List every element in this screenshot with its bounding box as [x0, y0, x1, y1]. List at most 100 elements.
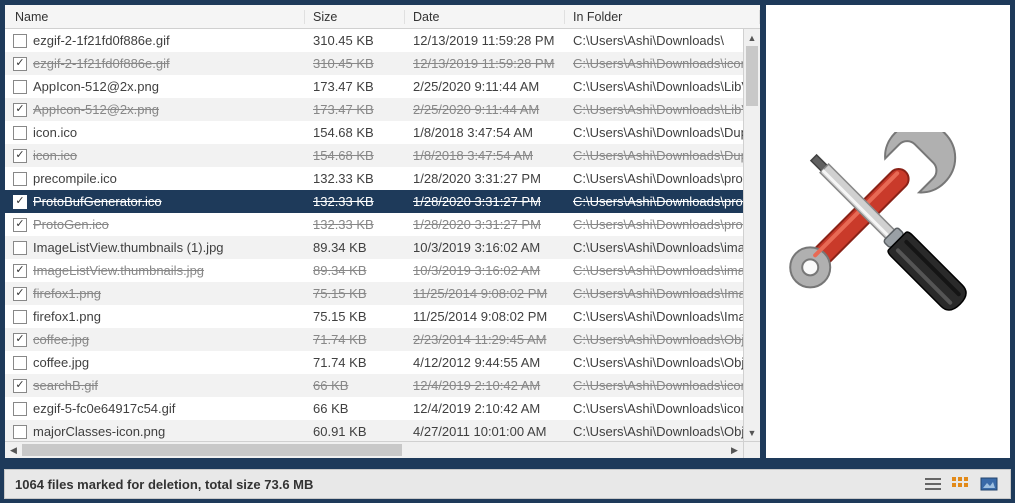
- row-checkbox[interactable]: [13, 333, 27, 347]
- column-header-row: Name Size Date In Folder: [5, 5, 760, 29]
- file-size: 66 KB: [313, 378, 348, 393]
- file-size: 310.45 KB: [313, 33, 374, 48]
- file-name: coffee.jpg: [33, 355, 89, 370]
- status-bar: 1064 files marked for deletion, total si…: [4, 469, 1011, 499]
- file-name: ProtoBufGenerator.ico: [33, 194, 162, 209]
- file-size: 310.45 KB: [313, 56, 374, 71]
- column-header-name[interactable]: Name: [5, 10, 305, 24]
- table-row[interactable]: precompile.ico132.33 KB1/28/2020 3:31:27…: [5, 167, 743, 190]
- table-row[interactable]: ezgif-2-1f21fd0f886e.gif 310.45 KB 12/13/2…: [5, 52, 743, 75]
- scroll-right-icon[interactable]: ▶: [726, 442, 743, 458]
- row-checkbox[interactable]: [13, 310, 27, 324]
- column-header-date[interactable]: Date: [405, 10, 565, 24]
- view-large-icons-button[interactable]: [978, 475, 1000, 493]
- file-folder: C:\Users\Ashi\Downloads\Dupl: [573, 125, 743, 140]
- file-date: 12/4/2019 2:10:42 AM: [413, 401, 540, 416]
- file-size: 71.74 KB: [313, 355, 367, 370]
- file-date: 1/28/2020 3:31:27 PM: [413, 194, 541, 209]
- scroll-left-icon[interactable]: ◀: [5, 442, 22, 458]
- table-row[interactable]: icon.ico154.68 KB1/8/2018 3:47:54 AMC:\U…: [5, 121, 743, 144]
- row-checkbox[interactable]: [13, 218, 27, 232]
- row-checkbox[interactable]: [13, 425, 27, 439]
- scroll-up-icon[interactable]: ▲: [744, 29, 760, 46]
- row-checkbox[interactable]: [13, 379, 27, 393]
- view-small-icons-button[interactable]: [950, 475, 972, 493]
- row-checkbox[interactable]: [13, 402, 27, 416]
- table-row[interactable]: icon.ico154.68 KB1/8/2018 3:47:54 AMC:\U…: [5, 144, 743, 167]
- view-list-button[interactable]: [922, 475, 944, 493]
- file-date: 4/27/2011 10:01:00 AM: [413, 424, 546, 439]
- file-date: 2/25/2020 9:11:44 AM: [413, 79, 539, 94]
- row-checkbox[interactable]: [13, 241, 27, 255]
- file-name: ImageListView.thumbnails.jpg: [33, 263, 204, 278]
- table-row[interactable]: coffee.jpg71.74 KB2/23/2014 11:29:45 AMC…: [5, 328, 743, 351]
- preview-panel: [765, 4, 1011, 459]
- file-date: 12/13/2019 11:59:28 PM: [413, 56, 554, 71]
- file-size: 75.15 KB: [313, 309, 367, 324]
- file-folder: C:\Users\Ashi\Downloads\icons: [573, 378, 743, 393]
- file-size: 132.33 KB: [313, 217, 374, 232]
- horizontal-scrollbar[interactable]: ◀ ▶: [5, 441, 743, 458]
- row-checkbox[interactable]: [13, 149, 27, 163]
- file-date: 10/3/2019 3:16:02 AM: [413, 240, 540, 255]
- vertical-scroll-thumb[interactable]: [746, 46, 758, 106]
- table-row[interactable]: AppIcon-512@2x.png173.47 KB2/25/2020 9:1…: [5, 75, 743, 98]
- table-row[interactable]: ezgif-5-fc0e64917c54.gif66 KB12/4/2019 2…: [5, 397, 743, 420]
- file-folder: C:\Users\Ashi\Downloads\Dupl: [573, 148, 743, 163]
- file-folder: C:\Users\Ashi\Downloads\prot: [573, 171, 743, 186]
- row-checkbox[interactable]: [13, 57, 27, 71]
- file-date: 10/3/2019 3:16:02 AM: [413, 263, 540, 278]
- table-row[interactable]: ImageListView.thumbnails.jpg89.34 KB10/3…: [5, 259, 743, 282]
- file-size: 154.68 KB: [313, 125, 374, 140]
- file-folder: C:\Users\Ashi\Downloads\Imag: [573, 309, 743, 324]
- table-row[interactable]: coffee.jpg71.74 KB4/12/2012 9:44:55 AMC:…: [5, 351, 743, 374]
- file-name: coffee.jpg: [33, 332, 89, 347]
- table-row[interactable]: ProtoGen.ico132.33 KB1/28/2020 3:31:27 P…: [5, 213, 743, 236]
- file-name: ImageListView.thumbnails (1).jpg: [33, 240, 224, 255]
- file-folder: C:\Users\Ashi\Downloads\Obje: [573, 332, 743, 347]
- row-checkbox[interactable]: [13, 195, 27, 209]
- file-folder: C:\Users\Ashi\Downloads\imag: [573, 263, 743, 278]
- file-date: 4/12/2012 9:44:55 AM: [413, 355, 540, 370]
- file-date: 1/8/2018 3:47:54 AM: [413, 125, 533, 140]
- horizontal-scroll-thumb[interactable]: [22, 444, 402, 456]
- column-header-size[interactable]: Size: [305, 10, 405, 24]
- table-row[interactable]: firefox1.png 75.15 KB 11/25/2014 9:08:02 P…: [5, 305, 743, 328]
- table-row[interactable]: ProtoBufGenerator.ico132.33 KB1/28/2020 …: [5, 190, 743, 213]
- file-date: 1/28/2020 3:31:27 PM: [413, 171, 541, 186]
- file-folder: C:\Users\Ashi\Downloads\icons: [573, 401, 743, 416]
- file-date: 12/4/2019 2:10:42 AM: [413, 378, 540, 393]
- file-name: firefox1.png: [33, 309, 101, 324]
- small-icons-view-icon: [952, 477, 970, 491]
- table-row[interactable]: searchB.gif 66 KB 12/4/2019 2:10:42 AM C:\U…: [5, 374, 743, 397]
- file-size: 173.47 KB: [313, 79, 374, 94]
- row-checkbox[interactable]: [13, 172, 27, 186]
- file-folder: C:\Users\Ashi\Downloads\Obje: [573, 424, 743, 439]
- row-checkbox[interactable]: [13, 264, 27, 278]
- row-checkbox[interactable]: [13, 80, 27, 94]
- row-checkbox[interactable]: [13, 356, 27, 370]
- row-checkbox[interactable]: [13, 103, 27, 117]
- table-row[interactable]: ezgif-2-1f21fd0f886e.gif310.45 KB12/13/2…: [5, 29, 743, 52]
- table-row[interactable]: firefox1.png75.15 KB11/25/2014 9:08:02 P…: [5, 282, 743, 305]
- row-checkbox[interactable]: [13, 34, 27, 48]
- file-date: 11/25/2014 9:08:02 PM: [413, 309, 547, 324]
- file-name: ezgif-5-fc0e64917c54.gif: [33, 401, 175, 416]
- file-name: AppIcon-512@2x.png: [33, 102, 159, 117]
- large-icons-view-icon: [980, 477, 998, 491]
- view-mode-buttons: [922, 475, 1000, 493]
- file-folder: C:\Users\Ashi\Downloads\Imag: [573, 286, 743, 301]
- file-name: ezgif-2-1f21fd0f886e.gif: [33, 56, 170, 71]
- column-header-folder[interactable]: In Folder: [565, 10, 760, 24]
- file-folder: C:\Users\Ashi\Downloads\: [573, 33, 724, 48]
- row-checkbox[interactable]: [13, 126, 27, 140]
- row-checkbox[interactable]: [13, 287, 27, 301]
- table-row[interactable]: AppIcon-512@2x.png173.47 KB2/25/2020 9:1…: [5, 98, 743, 121]
- file-folder: C:\Users\Ashi\Downloads\prot: [573, 217, 743, 232]
- table-row[interactable]: majorClasses-icon.png60.91 KB4/27/2011 1…: [5, 420, 743, 441]
- file-folder: C:\Users\Ashi\Downloads\icons: [573, 56, 743, 71]
- file-name: searchB.gif: [33, 378, 98, 393]
- table-row[interactable]: ImageListView.thumbnails (1).jpg89.34 KB…: [5, 236, 743, 259]
- scroll-down-icon[interactable]: ▼: [744, 424, 760, 441]
- vertical-scrollbar[interactable]: ▲ ▼: [743, 29, 760, 441]
